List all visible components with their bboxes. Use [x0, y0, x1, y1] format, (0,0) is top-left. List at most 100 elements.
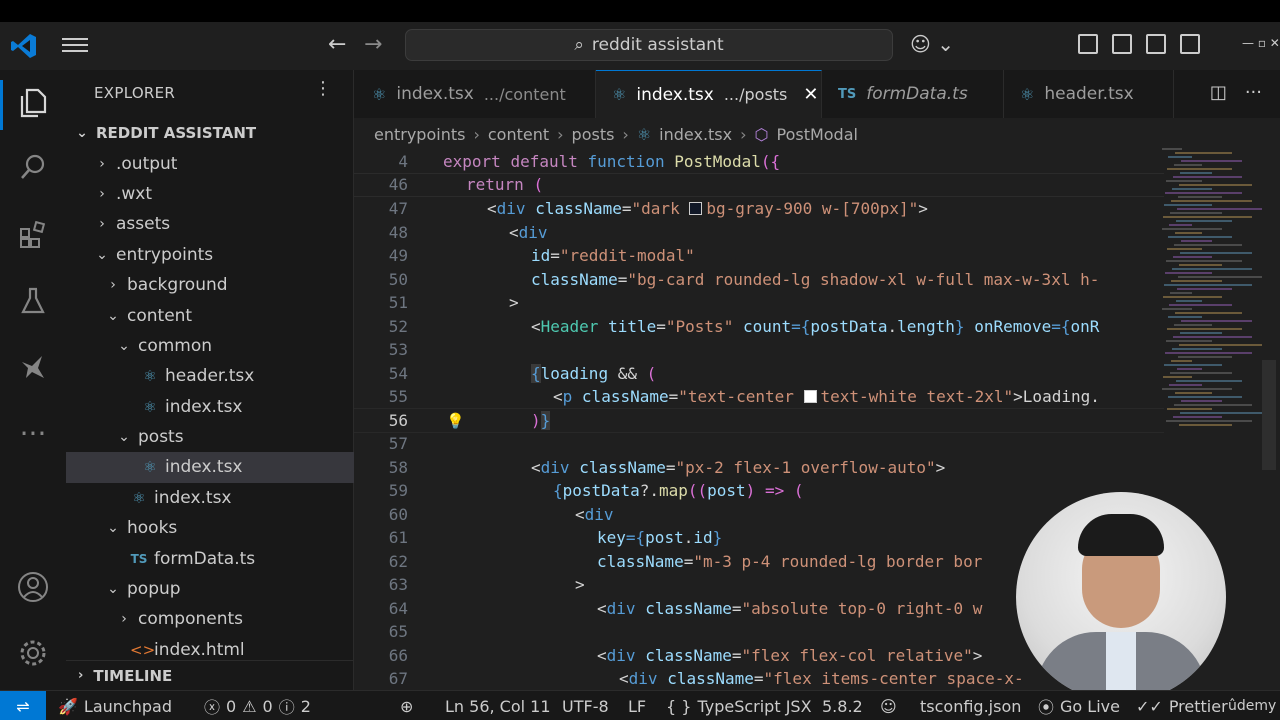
- code-line[interactable]: 50 className = "bg-card rounded-lg shadow-x…: [354, 268, 1164, 292]
- ts-version[interactable]: 5.8.2: [822, 691, 863, 720]
- tree-folder[interactable]: › background: [66, 270, 354, 300]
- code-line[interactable]: 51 >: [354, 291, 1164, 315]
- minimap-line: [1162, 308, 1192, 310]
- launchpad-item[interactable]: 🚀 Launchpad: [58, 691, 172, 720]
- end-of-line[interactable]: LF: [628, 691, 646, 720]
- tree-file[interactable]: ⚛ index.tsx: [66, 483, 354, 513]
- minimap-line: [1174, 404, 1252, 406]
- go-live-button[interactable]: ⦿ Go Live: [1038, 691, 1120, 720]
- tree-file[interactable]: ⚛ index.tsx: [66, 452, 354, 483]
- breadcrumb-item[interactable]: entrypoints: [374, 125, 465, 144]
- search-icon[interactable]: [14, 148, 52, 186]
- command-center-search[interactable]: ⌕ reddit assistant: [405, 29, 893, 61]
- window-controls[interactable]: — ▫ ✕: [1242, 36, 1280, 50]
- explorer-more-actions-icon[interactable]: ⋮: [314, 78, 333, 99]
- tree-folder[interactable]: › .output: [66, 148, 354, 178]
- tree-item-label: .output: [116, 153, 178, 174]
- minimap-line: [1162, 228, 1222, 230]
- code-token: div: [540, 457, 570, 477]
- editor-tab[interactable]: ⚛ header.tsx: [1004, 70, 1174, 118]
- minimap-line: [1174, 244, 1242, 246]
- prettier-item[interactable]: ✓✓ Prettier: [1136, 691, 1228, 720]
- tree-folder[interactable]: ⌄ common: [66, 331, 354, 361]
- tree-folder[interactable]: ⌄ hooks: [66, 513, 354, 543]
- code-line[interactable]: 48 < div: [354, 221, 1164, 245]
- editor-tab[interactable]: TS formData.ts: [822, 70, 1004, 118]
- forward-arrow-icon[interactable]: →: [364, 32, 382, 57]
- more-icon[interactable]: ···: [14, 414, 52, 452]
- breadcrumb-item[interactable]: posts: [572, 125, 615, 144]
- extension-bird-icon[interactable]: [14, 348, 52, 386]
- language-mode[interactable]: { } TypeScript JSX: [666, 691, 812, 720]
- explorer-icon[interactable]: [14, 84, 52, 122]
- split-editor-icon[interactable]: ◫: [1210, 82, 1227, 103]
- testing-flask-icon[interactable]: [14, 282, 52, 320]
- tree-folder[interactable]: ⌄ posts: [66, 422, 354, 452]
- copilot-icon[interactable]: ☺ ⌄: [910, 32, 954, 56]
- tree-folder[interactable]: › assets: [66, 209, 354, 239]
- tsconfig-link[interactable]: tsconfig.json: [920, 691, 1021, 720]
- color-swatch[interactable]: [689, 202, 703, 216]
- tree-folder[interactable]: › components: [66, 604, 354, 634]
- code-token: (: [646, 363, 657, 383]
- workspace-root[interactable]: ⌄ REDDIT ASSISTANT: [66, 118, 354, 148]
- copilot-status-icon[interactable]: ☺: [880, 691, 897, 720]
- tree-folder[interactable]: ⌄ popup: [66, 574, 354, 604]
- zoom-icon[interactable]: ⊕: [400, 691, 413, 720]
- line-number: 48: [388, 222, 408, 242]
- code-line[interactable]: 57: [354, 432, 1164, 456]
- code-token: Loading.: [1022, 387, 1100, 407]
- minimap-line: [1165, 192, 1242, 194]
- menu-icon[interactable]: [62, 34, 88, 58]
- active-indicator: [0, 80, 3, 130]
- code-line-current[interactable]: 56 💡)}: [354, 407, 1164, 433]
- cursor-position[interactable]: Ln 56, Col 11: [445, 691, 551, 720]
- timeline-section[interactable]: › TIMELINE: [66, 660, 354, 690]
- editor-tab[interactable]: ⚛ index.tsx .../content: [354, 70, 596, 118]
- breadcrumb-item[interactable]: content: [488, 125, 549, 144]
- code-token: =: [683, 551, 694, 571]
- chevron-right-icon: ›: [78, 668, 84, 683]
- settings-gear-icon[interactable]: [14, 634, 52, 672]
- code-line[interactable]: 53: [354, 338, 1164, 362]
- line-number: 54: [388, 363, 408, 383]
- code-line[interactable]: 52 < Header title = "Posts" count ={postData.…: [354, 315, 1164, 339]
- tree-folder[interactable]: ⌄ content: [66, 300, 354, 330]
- editor-tabs: ⚛ index.tsx .../content ⚛ index.tsx .../posts…: [354, 70, 1280, 118]
- tree-folder[interactable]: › .wxt: [66, 179, 354, 209]
- minimap[interactable]: [1162, 146, 1262, 446]
- code-line[interactable]: 47 < div className = "dark bg-gray-900 w-[70…: [354, 197, 1164, 221]
- code-line[interactable]: 58 < div className = "px-2 flex-1 overflow-a…: [354, 456, 1164, 480]
- close-icon[interactable]: ✕: [803, 84, 818, 105]
- customize-layout-icon[interactable]: [1078, 34, 1098, 54]
- code-line[interactable]: 54 {loading && (: [354, 362, 1164, 386]
- account-icon[interactable]: [14, 568, 52, 606]
- code-line[interactable]: 55 < p className = "text-center text-white t…: [354, 385, 1164, 409]
- tree-file[interactable]: ⚛ header.tsx: [66, 361, 354, 391]
- encoding[interactable]: UTF-8: [562, 691, 609, 720]
- remote-indicator-icon[interactable]: ⇌: [0, 691, 46, 720]
- code-line[interactable]: 49 id = "reddit-modal": [354, 244, 1164, 268]
- lightbulb-icon[interactable]: 💡: [446, 412, 465, 430]
- more-actions-icon[interactable]: ···: [1245, 82, 1262, 103]
- code-line[interactable]: 59 {postData?. map((post) => (: [354, 479, 1164, 503]
- toggle-secondary-sidebar-icon[interactable]: [1180, 34, 1200, 54]
- editor-tab[interactable]: ⚛ index.tsx .../posts ✕: [596, 70, 822, 118]
- breadcrumb-item[interactable]: index.tsx: [659, 125, 732, 144]
- editor-scrollbar[interactable]: [1262, 360, 1276, 470]
- code-line[interactable]: 46 return (: [354, 173, 1164, 197]
- back-arrow-icon[interactable]: ←: [328, 32, 346, 57]
- tree-file[interactable]: ⚛ index.tsx: [66, 392, 354, 422]
- breadcrumb-item[interactable]: PostModal: [776, 125, 857, 144]
- source-control-icon[interactable]: [14, 216, 52, 254]
- code-line[interactable]: 4 export default function PostModal({: [354, 150, 1164, 174]
- tree-folder[interactable]: ⌄ entrypoints: [66, 240, 354, 270]
- problems-item[interactable]: ⓧ 0 ⚠ 0 ⓘ 2: [204, 691, 311, 720]
- color-swatch[interactable]: [803, 390, 817, 404]
- chevron-right-icon: ›: [622, 124, 629, 144]
- toggle-sidebar-icon[interactable]: [1112, 34, 1132, 54]
- tree-file[interactable]: TS formData.ts: [66, 543, 354, 573]
- toggle-panel-icon[interactable]: [1146, 34, 1166, 54]
- minimap-line: [1164, 364, 1222, 366]
- code-line[interactable]: 60 < div: [354, 503, 1164, 527]
